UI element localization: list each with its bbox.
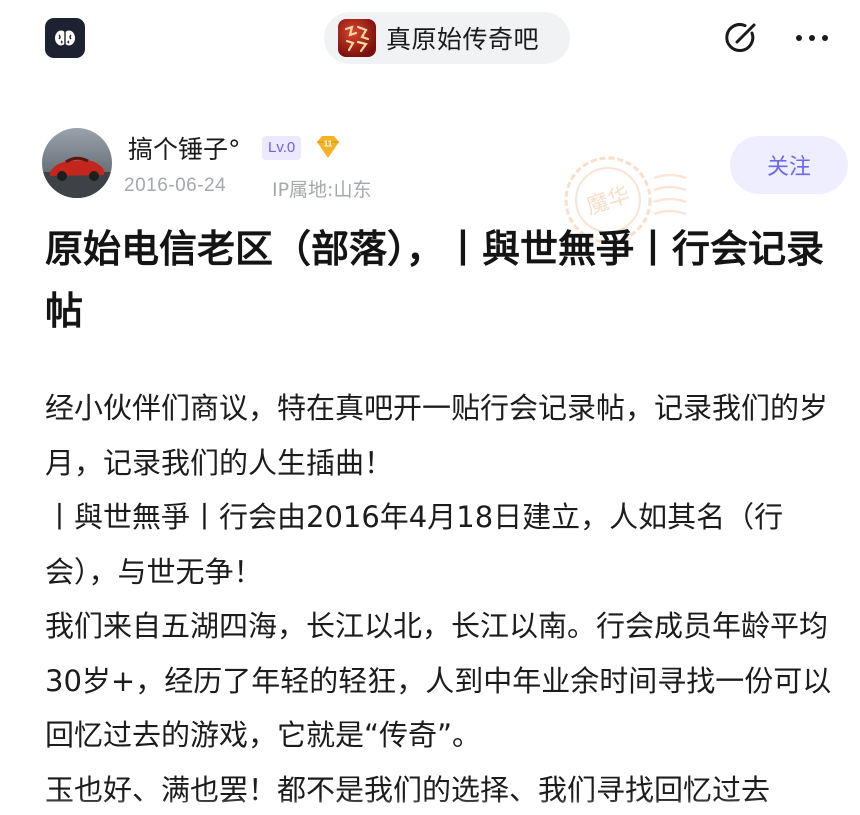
post-paragraph: 丨與世無爭丨行会由2016年4月18日建立，人如其名（行会），与世无争！: [45, 500, 784, 589]
forum-avatar: [338, 19, 376, 57]
ip-location: IP属地:山东: [272, 179, 372, 201]
forum-pill[interactable]: 真原始传奇吧: [324, 12, 570, 64]
top-bar: 真原始传奇吧: [0, 0, 860, 78]
follow-button[interactable]: 关注: [730, 136, 848, 194]
post-title: 原始电信老区（部落），丨與世無爭丨行会记录帖: [45, 227, 825, 333]
vip-diamond-icon: 11: [312, 132, 344, 164]
author-name[interactable]: 搞个锤子°: [128, 130, 241, 166]
more-dots-icon[interactable]: [784, 15, 840, 61]
avatar[interactable]: [42, 128, 112, 198]
forum-name: 真原始传奇吧: [386, 25, 540, 54]
post-date: 2016-06-24: [124, 175, 227, 196]
post-paragraph: 我们来自五湖四海，长江以北，长江以南。行会成员年龄平均30岁+，经历了年轻的轻狂…: [45, 609, 832, 752]
vip-level-text: 11: [324, 140, 333, 149]
share-icon[interactable]: [718, 15, 764, 61]
author-row: 搞个锤子° Lv.0 11 2016-06-24 IP属地:山东 关注: [0, 118, 860, 208]
bottom-fade: [0, 798, 860, 815]
post-body: 经小伙伴们商议，特在真吧开一贴行会记录帖，记录我们的岁月，记录我们的人生插曲！ …: [45, 381, 845, 815]
brain-logo-icon[interactable]: [45, 18, 85, 58]
post-paragraph: 经小伙伴们商议，特在真吧开一贴行会记录帖，记录我们的岁月，记录我们的人生插曲！: [45, 391, 829, 480]
level-badge: Lv.0: [262, 136, 302, 160]
